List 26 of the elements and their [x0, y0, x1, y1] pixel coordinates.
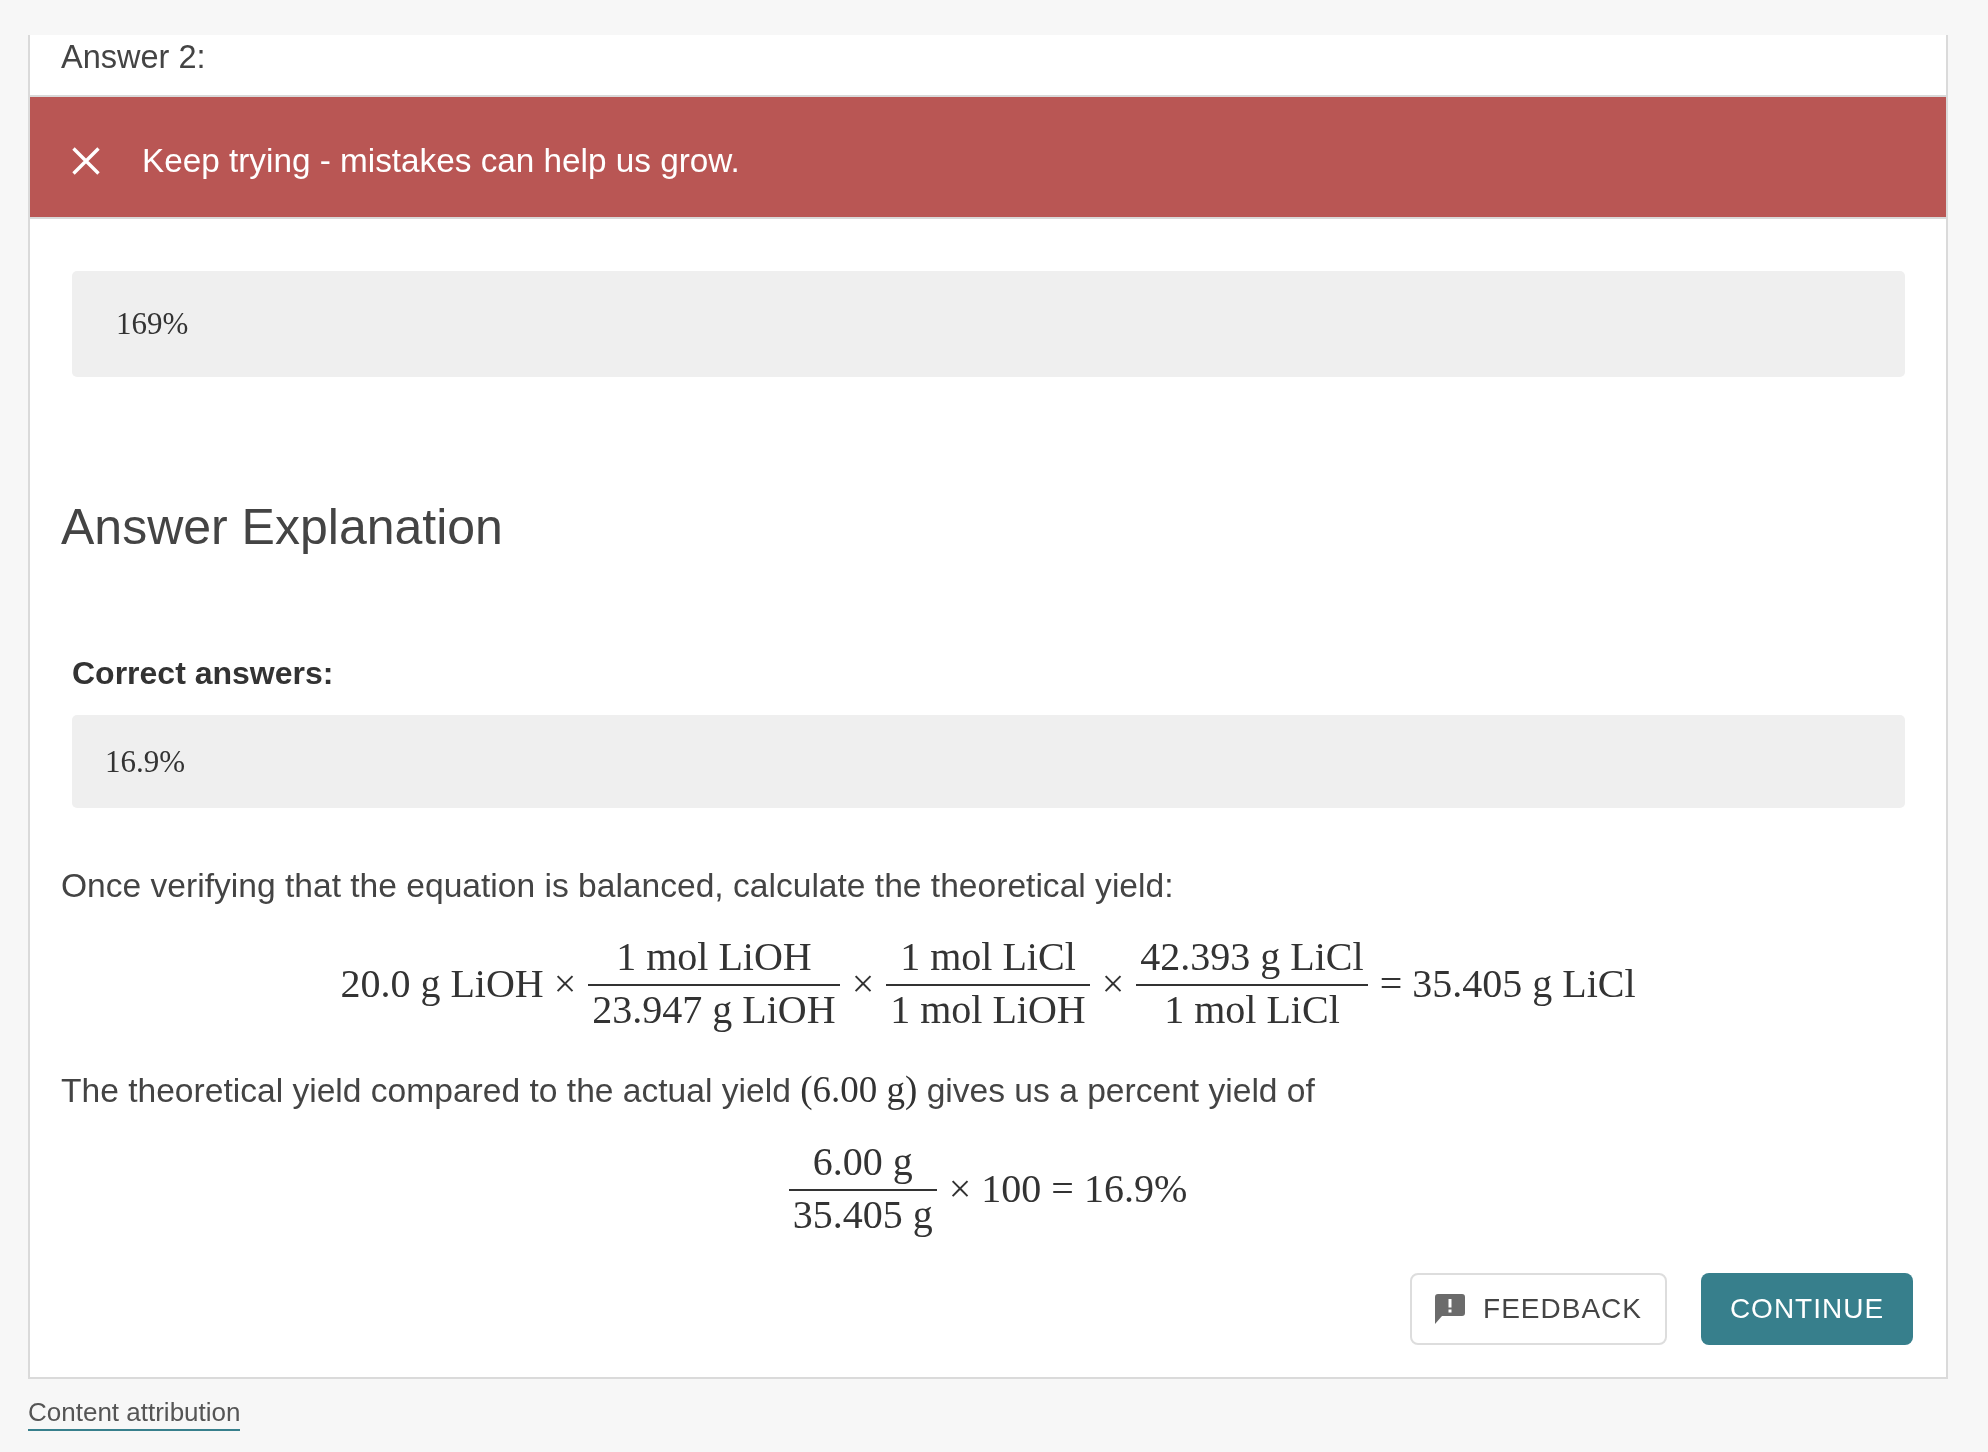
- submitted-answer: 169%: [72, 271, 1905, 377]
- fraction-denominator: 1 mol LiOH: [889, 986, 1087, 1033]
- fraction-numerator: 42.393 g LiCl: [1139, 934, 1365, 981]
- math-term: = 35.405 g LiCl: [1379, 960, 1636, 1007]
- correct-answer: 16.9%: [72, 715, 1905, 808]
- fraction-denominator: 23.947 g LiOH: [591, 986, 837, 1033]
- fraction-numerator: 6.00 g: [811, 1139, 914, 1186]
- speech-bubble-icon: [1435, 1294, 1466, 1324]
- continue-button[interactable]: CONTINUE: [1701, 1273, 1913, 1345]
- correct-answers-label: Correct answers:: [72, 654, 335, 693]
- explanation-text: The theoretical yield compared to the actual yield (6.00 g) gives us a percent yield of: [61, 1068, 1315, 1112]
- math-term: × 100 = 16.9%: [948, 1165, 1188, 1212]
- feedback-button[interactable]: FEEDBACK: [1410, 1273, 1667, 1345]
- content-attribution-link[interactable]: Content attribution: [28, 1395, 241, 1431]
- math-term: ×: [851, 960, 875, 1007]
- section-heading: Answer Explanation: [61, 498, 504, 557]
- fraction-numerator: 1 mol LiCl: [899, 934, 1077, 981]
- answer-label: Answer 2:: [61, 38, 207, 77]
- fraction-denominator: 35.405 g: [791, 1191, 934, 1238]
- feedback-message: Keep trying - mistakes can help us grow.: [142, 141, 740, 181]
- cross-icon: [72, 147, 100, 175]
- fraction-denominator: 1 mol LiCl: [1163, 986, 1341, 1033]
- math-term: ×: [1101, 960, 1125, 1007]
- fraction-numerator: 1 mol LiOH: [615, 934, 813, 981]
- math-term: 20.0 g LiOH ×: [340, 960, 577, 1007]
- explanation-text: Once verifying that the equation is balanced, calculate the theoretical yield:: [61, 866, 1174, 906]
